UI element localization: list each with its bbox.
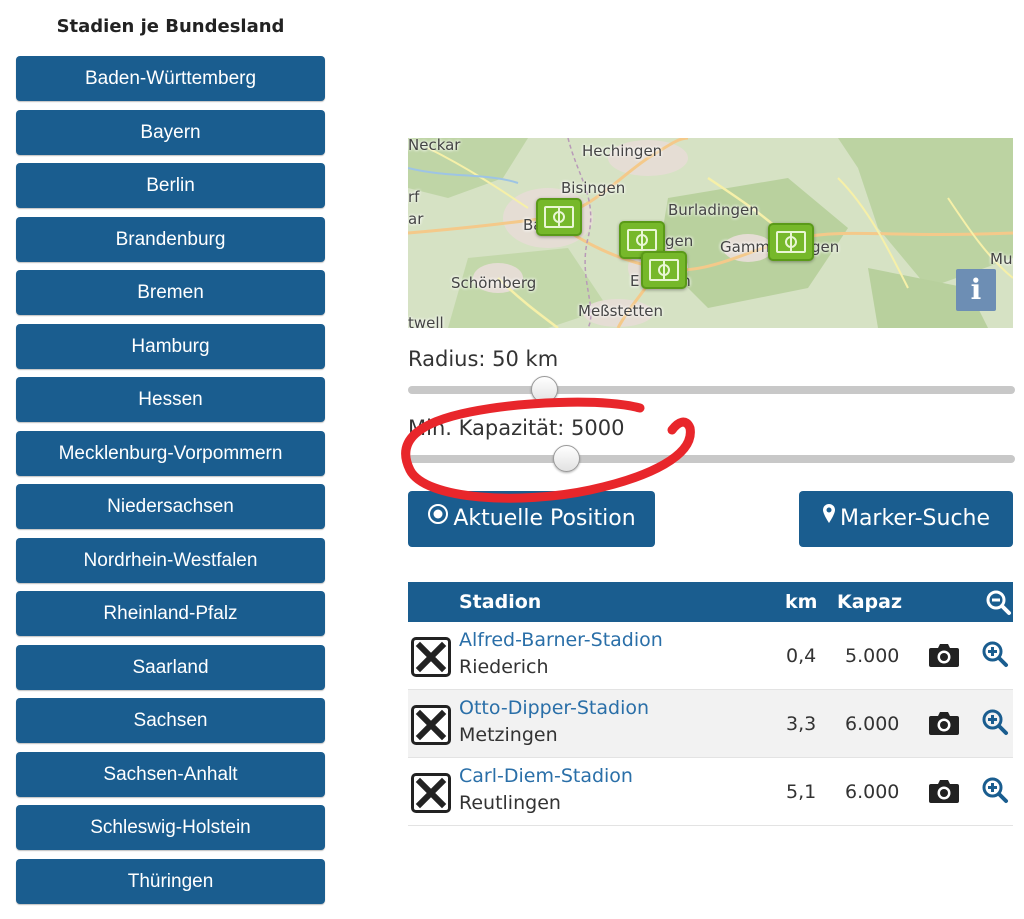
red-annotation-loop [401,397,695,503]
